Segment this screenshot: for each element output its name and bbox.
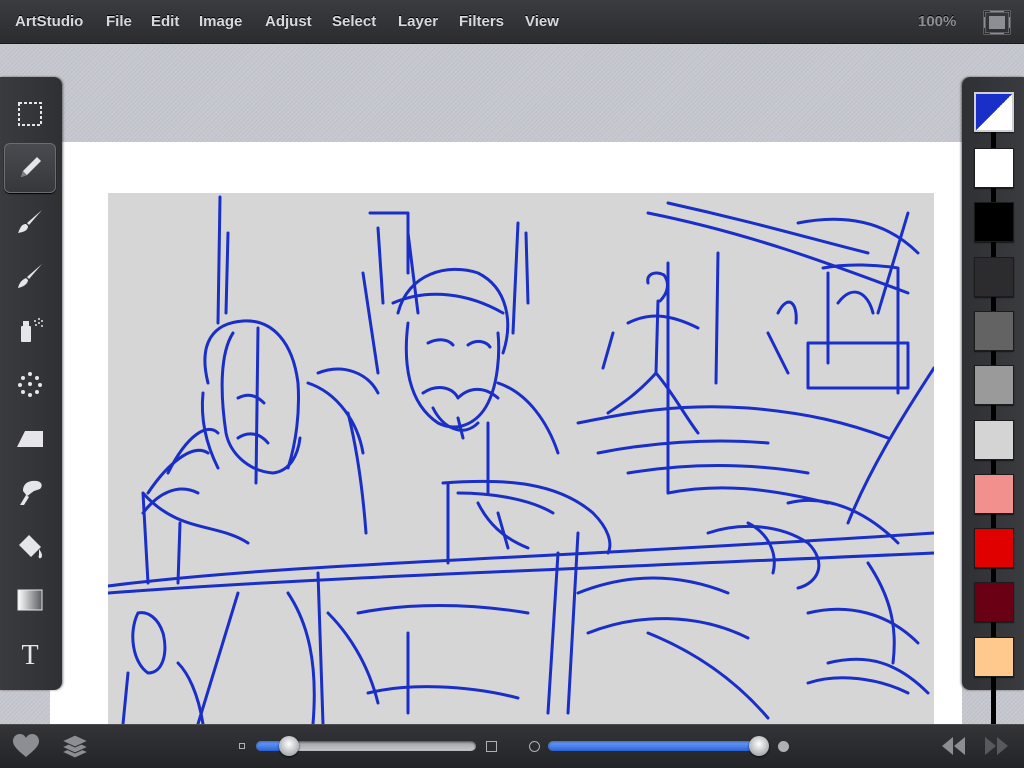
spray-can-icon [21,318,43,342]
zoom-level[interactable]: 100% [918,13,956,31]
menu-bar: ArtStudio File Edit Image Adjust Select … [0,0,1024,44]
pencil-icon [21,157,41,177]
tool-brush[interactable] [4,197,56,247]
menu-layer[interactable]: Layer [398,13,438,31]
dots-icon [18,372,42,397]
menu-select[interactable]: Select [332,13,376,31]
menu-file[interactable]: File [106,13,132,31]
current-color-swatch[interactable] [974,92,1014,132]
tool-smudge[interactable] [4,467,56,517]
tool-rectangle-select[interactable] [4,89,56,139]
tool-gradient[interactable] [4,575,56,625]
layers-icon[interactable] [60,733,90,759]
drawing-canvas[interactable] [108,193,934,724]
app-title[interactable]: ArtStudio [15,13,83,31]
sketch-drawing [108,195,934,724]
color-swatch[interactable] [974,528,1014,569]
color-swatch[interactable] [974,256,1014,297]
tool-palette: T [0,77,62,690]
opacity-low-icon [529,741,540,752]
eraser-icon [17,431,43,447]
tool-scatter[interactable] [4,359,56,409]
gradient-icon [17,589,43,611]
opacity-slider-fill [548,741,760,751]
size-slider-thumb[interactable] [279,736,299,756]
tool-eraser[interactable] [4,413,56,463]
color-swatch[interactable] [974,419,1014,460]
size-small-icon [239,743,245,749]
svg-text:T: T [21,640,38,669]
menu-image[interactable]: Image [199,13,242,31]
tool-spray[interactable] [4,305,56,355]
paint-bucket-icon [19,535,43,559]
menu-edit[interactable]: Edit [151,13,179,31]
brush-icon [18,264,42,288]
tool-pencil[interactable] [4,143,56,193]
tool-smudge-brush[interactable] [4,251,56,301]
fullscreen-icon[interactable] [983,10,1011,35]
color-swatch[interactable] [974,365,1014,406]
finger-icon [20,480,42,505]
undo-icon[interactable] [940,735,968,761]
marquee-icon [18,102,42,126]
redo-icon[interactable] [982,735,1010,761]
opacity-high-icon [778,741,789,752]
size-large-icon [486,741,497,752]
tool-text[interactable]: T [4,629,56,679]
menu-adjust[interactable]: Adjust [265,13,312,31]
brush-icon [18,210,42,233]
color-swatch[interactable] [974,148,1014,188]
bottom-bar [0,724,1024,768]
color-swatch[interactable] [974,636,1014,677]
menu-filters[interactable]: Filters [459,13,504,31]
text-icon: T [21,640,38,669]
color-swatch[interactable] [974,582,1014,623]
heart-icon[interactable] [12,733,40,759]
color-swatch[interactable] [974,310,1014,351]
tool-fill[interactable] [4,521,56,571]
menu-view[interactable]: View [525,13,559,31]
color-swatch[interactable] [974,473,1014,514]
color-swatch[interactable] [974,202,1014,243]
